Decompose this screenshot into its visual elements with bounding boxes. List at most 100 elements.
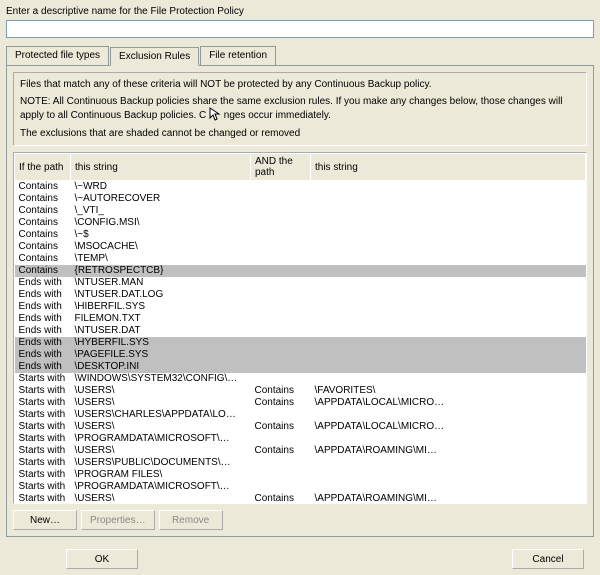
- info-box: Files that match any of these criteria w…: [13, 72, 587, 146]
- table-row[interactable]: Contains\_VTI_: [15, 205, 586, 217]
- table-row[interactable]: Contains\TEMP\: [15, 253, 586, 265]
- properties-button[interactable]: Properties…: [81, 510, 155, 530]
- cell: Contains: [251, 385, 311, 397]
- cell: \WINDOWS\SYSTEM32\CONFIG\…: [71, 373, 251, 385]
- cell: \HYBERFIL.SYS: [71, 337, 251, 349]
- table-row[interactable]: Ends with\PAGEFILE.SYS: [15, 349, 586, 361]
- table-row[interactable]: Ends with\NTUSER.MAN: [15, 277, 586, 289]
- table-row[interactable]: Ends with\HIBERFIL.SYS: [15, 301, 586, 313]
- table-row[interactable]: Starts with\PROGRAM FILES\: [15, 469, 586, 481]
- cell: [311, 277, 586, 289]
- cell: Starts with: [15, 493, 71, 504]
- table-row[interactable]: Contains\CONFIG.MSI\: [15, 217, 586, 229]
- cell: \PROGRAM FILES\: [71, 469, 251, 481]
- table-row[interactable]: Contains\~WRD: [15, 181, 586, 194]
- remove-button[interactable]: Remove: [159, 510, 223, 530]
- cell: [311, 229, 586, 241]
- dialog-buttons: OK Cancel: [6, 549, 594, 569]
- cell: \APPDATA\ROAMING\MI…: [311, 445, 586, 457]
- table-row[interactable]: Ends with\DESKTOP.INI: [15, 361, 586, 373]
- table-row[interactable]: Ends withFILEMON.TXT: [15, 313, 586, 325]
- cell: Ends with: [15, 301, 71, 313]
- tab-content: Files that match any of these criteria w…: [6, 66, 594, 537]
- cell: Ends with: [15, 337, 71, 349]
- cell: [251, 265, 311, 277]
- table-row[interactable]: Starts with\USERS\Contains\APPDATA\ROAMI…: [15, 493, 586, 504]
- cell: [251, 313, 311, 325]
- cell: Starts with: [15, 469, 71, 481]
- table-row[interactable]: Starts with\PROGRAMDATA\MICROSOFT\…: [15, 433, 586, 445]
- table-row[interactable]: Contains\~AUTORECOVER: [15, 193, 586, 205]
- cell: [311, 325, 586, 337]
- cell: Contains: [251, 397, 311, 409]
- new-button[interactable]: New…: [13, 510, 77, 530]
- table-header-row: If the path this string AND the path thi…: [15, 154, 586, 181]
- table-row[interactable]: Starts with\USERS\Contains\APPDATA\ROAMI…: [15, 445, 586, 457]
- cell: \CONFIG.MSI\: [71, 217, 251, 229]
- cell: [311, 433, 586, 445]
- cell: [311, 265, 586, 277]
- cell: Contains: [251, 445, 311, 457]
- cell: \APPDATA\ROAMING\MI…: [311, 493, 586, 504]
- cell: Ends with: [15, 325, 71, 337]
- cell: Contains: [15, 265, 71, 277]
- exclusion-table-container: If the path this string AND the path thi…: [13, 152, 587, 504]
- cell: [311, 469, 586, 481]
- cell: [251, 325, 311, 337]
- cell: Contains: [15, 229, 71, 241]
- cursor-icon: [209, 107, 221, 124]
- cell: [251, 433, 311, 445]
- info-truncated: The exclusions that are shaded cannot be…: [20, 128, 580, 139]
- cell: [311, 409, 586, 421]
- policy-name-input[interactable]: [6, 20, 594, 38]
- cell: [311, 349, 586, 361]
- col-this-string-2[interactable]: this string: [311, 154, 586, 181]
- col-this-string-1[interactable]: this string: [71, 154, 251, 181]
- cell: \USERS\: [71, 385, 251, 397]
- ok-button[interactable]: OK: [66, 549, 138, 569]
- table-row[interactable]: Contains{RETROSPECTCB}: [15, 265, 586, 277]
- table-row[interactable]: Starts with\WINDOWS\SYSTEM32\CONFIG\…: [15, 373, 586, 385]
- info-note: NOTE: All Continuous Backup policies sha…: [20, 96, 580, 124]
- cell: Ends with: [15, 289, 71, 301]
- tab-protected-file-types[interactable]: Protected file types: [6, 46, 109, 65]
- cell: [311, 289, 586, 301]
- cell: [311, 337, 586, 349]
- cell: Contains: [15, 181, 71, 194]
- cell: \NTUSER.MAN: [71, 277, 251, 289]
- cell: \_VTI_: [71, 205, 251, 217]
- cell: Starts with: [15, 397, 71, 409]
- cell: Ends with: [15, 313, 71, 325]
- cancel-button[interactable]: Cancel: [512, 549, 584, 569]
- cell: [251, 301, 311, 313]
- cell: Contains: [251, 493, 311, 504]
- cell: \~AUTORECOVER: [71, 193, 251, 205]
- file-protection-dialog: Enter a descriptive name for the File Pr…: [0, 0, 600, 575]
- tab-exclusion-rules[interactable]: Exclusion Rules: [110, 47, 199, 66]
- cell: \NTUSER.DAT.LOG: [71, 289, 251, 301]
- table-row[interactable]: Starts with\USERS\CHARLES\APPDATA\LO…: [15, 409, 586, 421]
- table-row[interactable]: Ends with\HYBERFIL.SYS: [15, 337, 586, 349]
- table-row[interactable]: Ends with\NTUSER.DAT.LOG: [15, 289, 586, 301]
- cell: Contains: [15, 253, 71, 265]
- col-and-path[interactable]: AND the path: [251, 154, 311, 181]
- cell: FILEMON.TXT: [71, 313, 251, 325]
- cell: [251, 337, 311, 349]
- table-row[interactable]: Starts with\USERS\Contains\APPDATA\LOCAL…: [15, 397, 586, 409]
- cell: [311, 181, 586, 194]
- table-row[interactable]: Ends with\NTUSER.DAT: [15, 325, 586, 337]
- table-row[interactable]: Starts with\USERS\Contains\FAVORITES\: [15, 385, 586, 397]
- exclusion-table[interactable]: If the path this string AND the path thi…: [14, 153, 586, 504]
- col-if-path[interactable]: If the path: [15, 154, 71, 181]
- table-buttons: New… Properties… Remove: [13, 510, 587, 530]
- cell: \FAVORITES\: [311, 385, 586, 397]
- table-row[interactable]: Contains\MSOCACHE\: [15, 241, 586, 253]
- table-row[interactable]: Contains\~$: [15, 229, 586, 241]
- table-row[interactable]: Starts with\PROGRAMDATA\MICROSOFT\…: [15, 481, 586, 493]
- cell: Contains: [251, 421, 311, 433]
- cell: \MSOCACHE\: [71, 241, 251, 253]
- tab-strip: Protected file types Exclusion Rules Fil…: [6, 46, 594, 66]
- tab-file-retention[interactable]: File retention: [200, 46, 276, 65]
- table-row[interactable]: Starts with\USERS\PUBLIC\DOCUMENTS\…: [15, 457, 586, 469]
- table-row[interactable]: Starts with\USERS\Contains\APPDATA\LOCAL…: [15, 421, 586, 433]
